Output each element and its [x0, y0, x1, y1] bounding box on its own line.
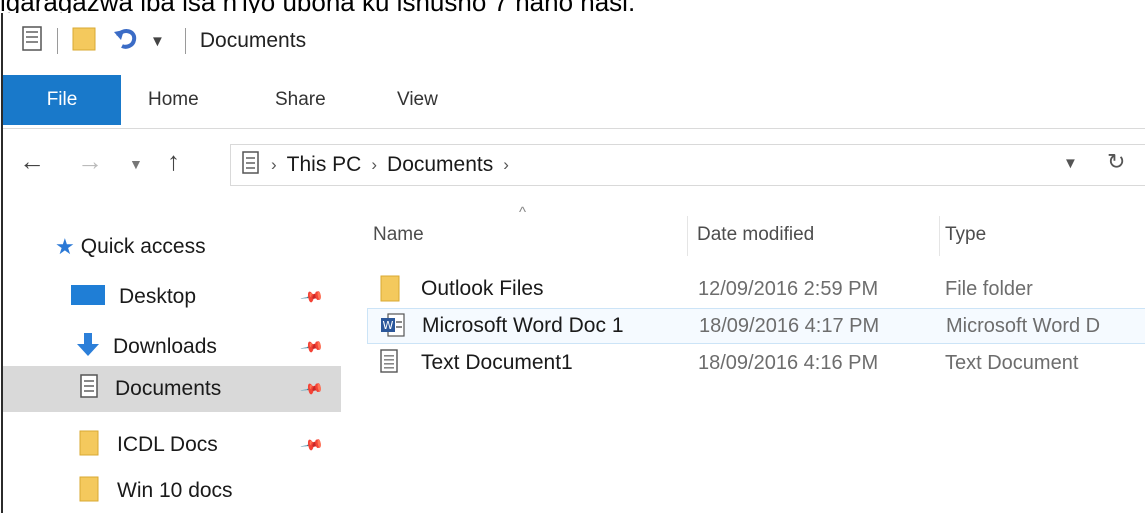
folder-icon: [77, 474, 103, 509]
navigation-bar: ← → ▼ ↑ › This PC › Documents › ▼ ↻: [3, 130, 1145, 200]
file-row-text-document1[interactable]: Text Document1 18/09/2016 4:16 PM Text D…: [367, 345, 1145, 381]
refresh-icon[interactable]: ↻: [1107, 149, 1125, 175]
forward-arrow-icon[interactable]: →: [77, 146, 103, 177]
documents-icon: [79, 373, 101, 406]
documents-location-icon: [241, 150, 261, 181]
pin-icon[interactable]: 📌: [300, 376, 326, 402]
column-divider[interactable]: [687, 216, 688, 256]
folder-icon: [379, 274, 403, 309]
tab-view[interactable]: View: [397, 75, 438, 125]
file-list: ^ Name Date modified Type Outlook Files …: [343, 200, 1145, 513]
desktop-icon: [69, 282, 107, 313]
tab-file[interactable]: File: [3, 75, 121, 125]
properties-icon[interactable]: [21, 25, 45, 58]
file-date-modified: 18/09/2016 4:17 PM: [699, 314, 880, 337]
column-header-type[interactable]: Type: [945, 210, 986, 260]
pin-icon[interactable]: 📌: [300, 284, 326, 310]
address-bar[interactable]: › This PC › Documents › ▼ ↻: [230, 144, 1145, 186]
word-doc-icon: W: [380, 312, 406, 345]
up-arrow-icon[interactable]: ↑: [167, 146, 180, 177]
nav-item-documents[interactable]: Documents 📌: [3, 366, 341, 412]
file-name: Microsoft Word Doc 1: [422, 314, 624, 337]
downloads-icon: [75, 331, 101, 364]
file-row-microsoft-word-doc-1[interactable]: W Microsoft Word Doc 1 18/09/2016 4:17 P…: [367, 308, 1145, 344]
svg-text:W: W: [383, 319, 394, 332]
tab-share[interactable]: Share: [275, 75, 326, 125]
text-doc-icon: [379, 348, 401, 381]
new-folder-icon[interactable]: [70, 24, 102, 59]
file-date-modified: 12/09/2016 2:59 PM: [698, 277, 879, 300]
breadcrumb-chevron-icon: ›: [271, 155, 277, 174]
column-divider[interactable]: [939, 216, 940, 256]
column-header-date-modified[interactable]: Date modified: [697, 210, 814, 260]
folder-icon: [77, 428, 103, 463]
nav-item-desktop[interactable]: Desktop 📌: [3, 274, 341, 320]
nav-item-label: Quick access: [80, 235, 206, 258]
navigation-pane: ★ Quick access Desktop 📌 Downloads 📌 Doc…: [3, 200, 343, 513]
toolbar-divider: [57, 28, 58, 54]
tab-home[interactable]: Home: [148, 75, 199, 125]
nav-item-icdl-docs[interactable]: ICDL Docs 📌: [3, 422, 341, 468]
nav-item-label: Downloads: [113, 335, 217, 358]
address-history-icon[interactable]: ▼: [1063, 155, 1078, 172]
nav-item-quick-access[interactable]: ★ Quick access: [3, 224, 341, 270]
breadcrumb-chevron-icon: ›: [371, 155, 378, 174]
undo-icon[interactable]: [112, 24, 140, 59]
nav-item-label: Desktop: [119, 285, 197, 308]
ribbon-tabs: File Home Share View: [3, 69, 1145, 129]
file-type: Text Document: [945, 351, 1079, 374]
back-arrow-icon[interactable]: ←: [19, 146, 45, 177]
file-type: Microsoft Word D: [946, 314, 1101, 337]
sort-ascending-icon: ^: [519, 204, 527, 221]
nav-item-win-10-docs[interactable]: Win 10 docs: [3, 468, 341, 513]
nav-item-downloads[interactable]: Downloads 📌: [3, 324, 341, 370]
file-name: Text Document1: [421, 351, 573, 374]
title-bar: ▼ Documents: [3, 13, 1145, 69]
breadcrumb-this-pc[interactable]: This PC: [287, 153, 362, 177]
nav-item-label: Documents: [115, 377, 222, 400]
file-explorer-window: ▼ Documents File Home Share View ← → ▼ ↑…: [1, 13, 1145, 513]
recent-locations-icon[interactable]: ▼: [129, 156, 143, 172]
window-title: Documents: [199, 29, 307, 52]
file-name: Outlook Files: [421, 277, 544, 300]
title-divider: [184, 28, 186, 54]
star-icon: ★: [55, 234, 75, 259]
column-header-name[interactable]: Name: [373, 210, 424, 260]
customize-toolbar-icon[interactable]: ▼: [150, 33, 165, 50]
breadcrumb-documents[interactable]: Documents: [387, 153, 493, 177]
file-row-outlook-files[interactable]: Outlook Files 12/09/2016 2:59 PM File fo…: [367, 271, 1145, 307]
file-date-modified: 18/09/2016 4:16 PM: [698, 351, 879, 374]
pin-icon[interactable]: 📌: [300, 334, 326, 360]
nav-item-label: Win 10 docs: [117, 479, 233, 502]
pin-icon[interactable]: 📌: [300, 432, 326, 458]
file-type: File folder: [945, 277, 1033, 300]
breadcrumb-chevron-icon[interactable]: ›: [503, 155, 509, 175]
nav-item-label: ICDL Docs: [117, 433, 218, 456]
